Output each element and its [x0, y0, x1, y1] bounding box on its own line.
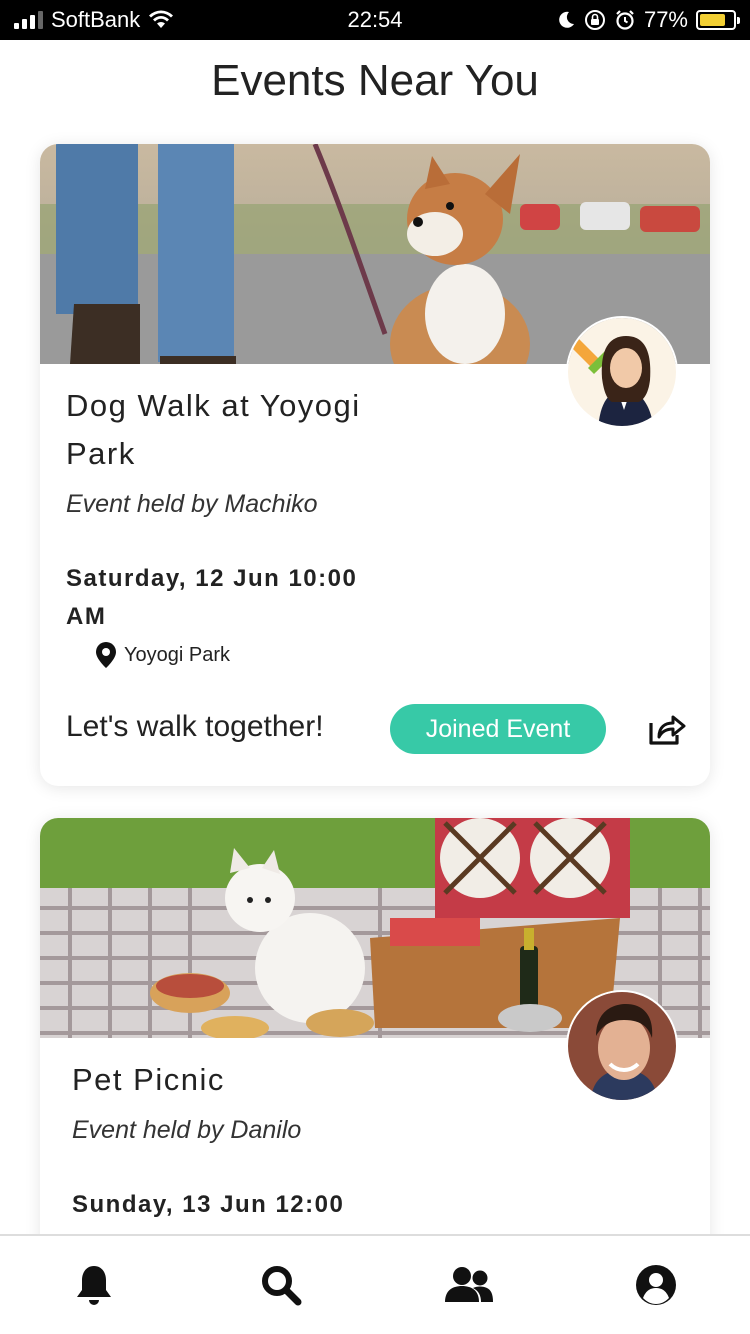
host-avatar[interactable]	[566, 316, 678, 428]
map-pin-icon	[96, 642, 116, 668]
bell-icon	[76, 1266, 111, 1305]
users-icon	[444, 1267, 493, 1302]
wifi-icon	[149, 10, 174, 28]
event-card[interactable]: Dog Walk at Yoyogi Park Event held by Ma…	[40, 144, 710, 786]
carrier-label: SoftBank	[51, 7, 141, 32]
battery-icon	[696, 10, 740, 30]
page-title: Events Near You	[211, 56, 539, 105]
share-icon	[649, 715, 686, 745]
event-host: Event held by Danilo	[72, 1116, 302, 1144]
moon-icon	[559, 11, 574, 28]
search-icon	[262, 1266, 302, 1306]
event-host: Event held by Machiko	[66, 490, 318, 518]
status-bar: SoftBank 22:54 77%	[0, 0, 750, 40]
nav-search[interactable]	[241, 1245, 321, 1325]
signal-icon	[14, 11, 43, 29]
event-location-label: Yoyogi Park	[124, 643, 230, 666]
nav-profile[interactable]	[616, 1245, 696, 1325]
nav-groups[interactable]	[429, 1245, 509, 1325]
status-right: 77%	[556, 7, 740, 33]
status-left: SoftBank	[14, 7, 174, 33]
event-title[interactable]: Dog Walk at Yoyogi Park	[66, 382, 406, 478]
share-button[interactable]	[646, 708, 688, 750]
battery-percent: 77%	[643, 7, 688, 32]
alarm-icon	[616, 10, 634, 30]
event-location: Yoyogi Park	[96, 642, 230, 668]
host-avatar[interactable]	[566, 990, 678, 1102]
event-card[interactable]: Pet Picnic Event held by Danilo Sunday, …	[40, 818, 710, 1278]
event-tagline: Let's walk together!	[66, 710, 324, 743]
event-datetime: Saturday, 12 Jun 10:00 AM	[66, 565, 358, 630]
nav-notifications[interactable]	[54, 1245, 134, 1325]
joined-event-button[interactable]: Joined Event	[390, 704, 606, 754]
profile-icon	[636, 1265, 677, 1305]
bottom-nav	[0, 1234, 750, 1334]
event-datetime: Sunday, 13 Jun 12:00	[72, 1191, 345, 1218]
orientation-lock-icon	[584, 10, 605, 30]
event-title[interactable]: Pet Picnic	[72, 1056, 412, 1104]
